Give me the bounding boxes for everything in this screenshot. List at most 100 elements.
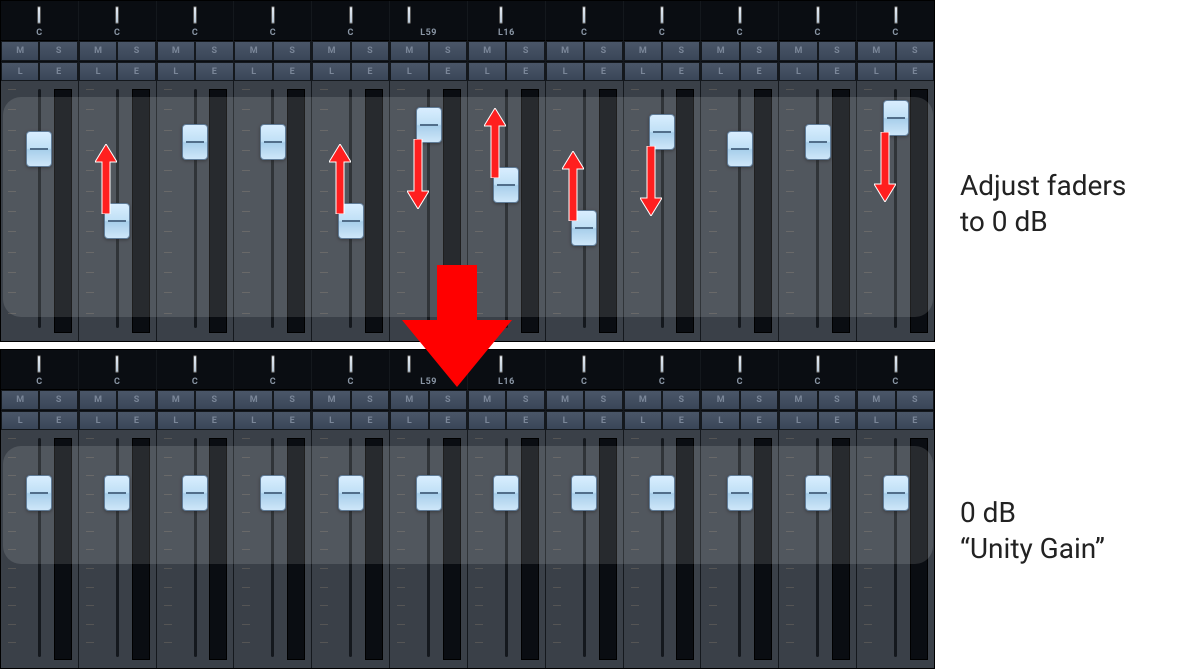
edit-button[interactable]: E	[39, 411, 77, 430]
listen-button[interactable]: L	[779, 62, 817, 81]
pan-slider[interactable]	[316, 355, 385, 377]
pan-slider[interactable]	[161, 6, 230, 28]
listen-button[interactable]: L	[857, 62, 895, 81]
solo-button[interactable]: S	[662, 390, 700, 410]
pan-knob[interactable]	[738, 6, 742, 24]
listen-button[interactable]: L	[624, 411, 662, 430]
mute-button[interactable]: M	[779, 41, 817, 61]
mute-button[interactable]: M	[1, 41, 39, 61]
mute-button[interactable]: M	[79, 41, 117, 61]
solo-button[interactable]: S	[351, 390, 389, 410]
listen-button[interactable]: L	[624, 62, 662, 81]
pan-knob[interactable]	[582, 6, 586, 24]
solo-button[interactable]: S	[117, 41, 155, 61]
pan-knob[interactable]	[349, 6, 353, 24]
fader-handle[interactable]	[727, 131, 753, 167]
edit-button[interactable]: E	[117, 411, 155, 430]
edit-button[interactable]: E	[662, 411, 700, 430]
edit-button[interactable]: E	[351, 411, 389, 430]
solo-button[interactable]: S	[195, 390, 233, 410]
fader-handle[interactable]	[260, 124, 286, 160]
pan-slider[interactable]	[5, 355, 74, 377]
listen-button[interactable]: L	[468, 411, 506, 430]
edit-button[interactable]: E	[195, 411, 233, 430]
pan-knob[interactable]	[349, 355, 353, 373]
mute-button[interactable]: M	[1, 390, 39, 410]
mute-button[interactable]: M	[624, 41, 662, 61]
pan-slider[interactable]	[161, 355, 230, 377]
solo-button[interactable]: S	[429, 41, 467, 61]
fader-track[interactable]	[194, 438, 197, 657]
fader-handle[interactable]	[26, 131, 52, 167]
mute-button[interactable]: M	[157, 390, 195, 410]
mute-button[interactable]: M	[546, 390, 584, 410]
pan-knob[interactable]	[193, 6, 197, 24]
fader-handle[interactable]	[338, 203, 364, 239]
solo-button[interactable]: S	[584, 390, 622, 410]
pan-knob[interactable]	[271, 6, 275, 24]
edit-button[interactable]: E	[429, 411, 467, 430]
edit-button[interactable]: E	[896, 411, 934, 430]
edit-button[interactable]: E	[818, 411, 856, 430]
fader-handle[interactable]	[727, 475, 753, 511]
fader-handle[interactable]	[182, 124, 208, 160]
listen-button[interactable]: L	[312, 62, 350, 81]
solo-button[interactable]: S	[273, 390, 311, 410]
solo-button[interactable]: S	[39, 390, 77, 410]
solo-button[interactable]: S	[429, 390, 467, 410]
fader-track[interactable]	[505, 89, 508, 328]
pan-slider[interactable]	[861, 6, 930, 28]
listen-button[interactable]: L	[701, 62, 739, 81]
pan-knob[interactable]	[407, 355, 411, 373]
fader-track[interactable]	[38, 89, 41, 328]
pan-knob[interactable]	[37, 355, 41, 373]
pan-slider[interactable]	[238, 355, 307, 377]
mute-button[interactable]: M	[857, 390, 895, 410]
listen-button[interactable]: L	[79, 62, 117, 81]
mute-button[interactable]: M	[390, 41, 428, 61]
edit-button[interactable]: E	[273, 411, 311, 430]
mute-button[interactable]: M	[234, 390, 272, 410]
pan-slider[interactable]	[550, 355, 619, 377]
pan-knob[interactable]	[37, 6, 41, 24]
fader-handle[interactable]	[883, 475, 909, 511]
pan-knob[interactable]	[407, 6, 411, 24]
fader-track[interactable]	[894, 438, 897, 657]
fader-handle[interactable]	[805, 475, 831, 511]
fader-track[interactable]	[816, 438, 819, 657]
mute-button[interactable]: M	[390, 390, 428, 410]
listen-button[interactable]: L	[1, 411, 39, 430]
solo-button[interactable]: S	[506, 41, 544, 61]
fader-track[interactable]	[116, 438, 119, 657]
pan-slider[interactable]	[705, 355, 774, 377]
edit-button[interactable]: E	[429, 62, 467, 81]
fader-track[interactable]	[427, 438, 430, 657]
pan-slider[interactable]	[316, 6, 385, 28]
solo-button[interactable]: S	[896, 41, 934, 61]
listen-button[interactable]: L	[234, 411, 272, 430]
listen-button[interactable]: L	[390, 62, 428, 81]
pan-knob[interactable]	[582, 355, 586, 373]
edit-button[interactable]: E	[39, 62, 77, 81]
fader-track[interactable]	[505, 438, 508, 657]
edit-button[interactable]: E	[896, 62, 934, 81]
pan-knob[interactable]	[193, 355, 197, 373]
mute-button[interactable]: M	[857, 41, 895, 61]
fader-handle[interactable]	[260, 475, 286, 511]
pan-knob[interactable]	[894, 6, 898, 24]
fader-handle[interactable]	[416, 107, 442, 143]
pan-knob[interactable]	[115, 355, 119, 373]
pan-slider[interactable]	[394, 355, 463, 377]
listen-button[interactable]: L	[390, 411, 428, 430]
fader-track[interactable]	[349, 438, 352, 657]
pan-slider[interactable]	[83, 355, 152, 377]
pan-slider[interactable]	[783, 355, 852, 377]
mute-button[interactable]: M	[701, 41, 739, 61]
mute-button[interactable]: M	[312, 41, 350, 61]
solo-button[interactable]: S	[584, 41, 622, 61]
pan-slider[interactable]	[472, 355, 541, 377]
fader-handle[interactable]	[338, 475, 364, 511]
fader-track[interactable]	[738, 438, 741, 657]
fader-track[interactable]	[271, 438, 274, 657]
fader-track[interactable]	[661, 438, 664, 657]
